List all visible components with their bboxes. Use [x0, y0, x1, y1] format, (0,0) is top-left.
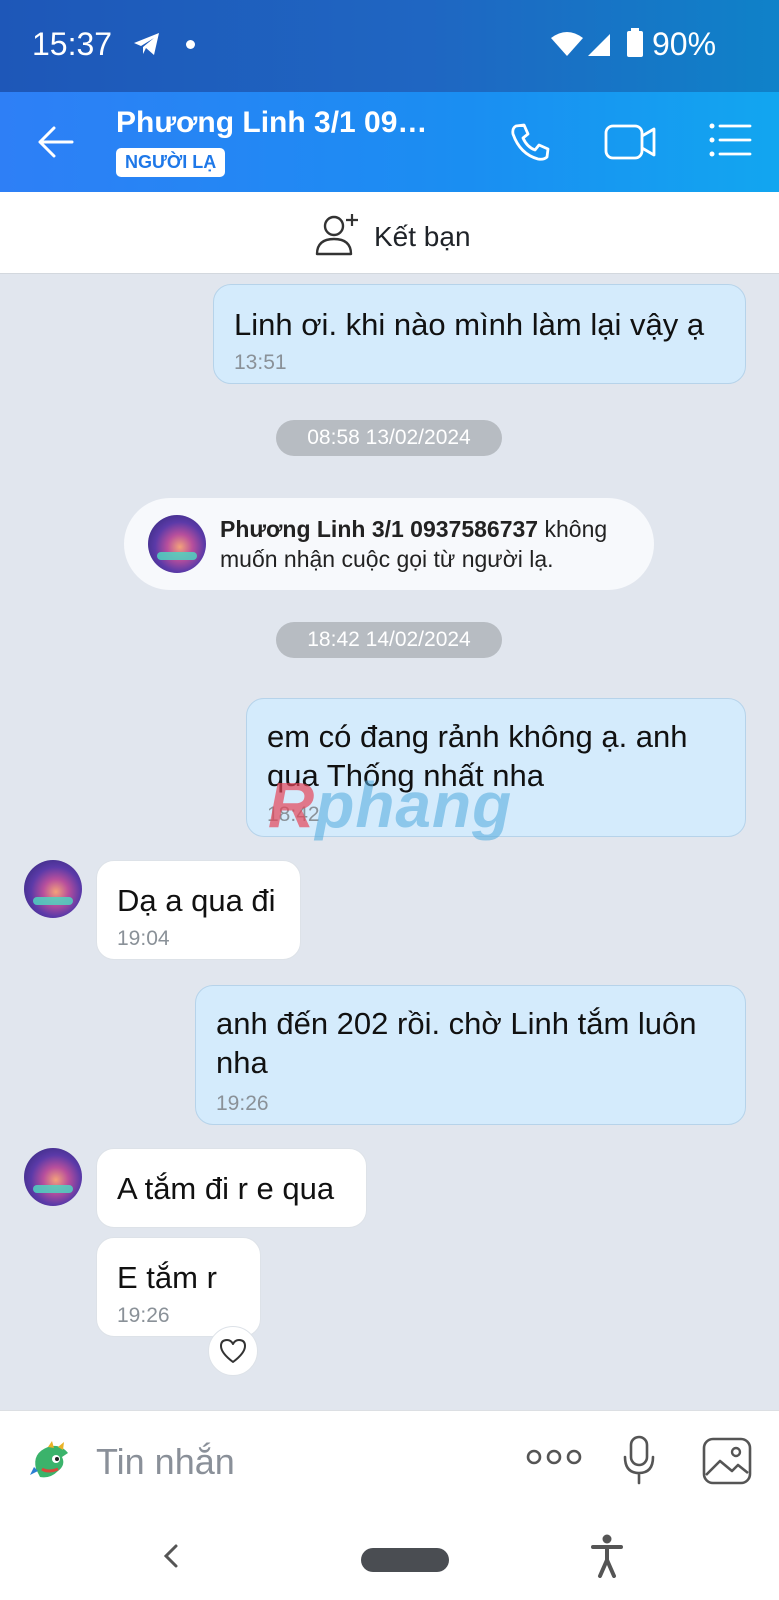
add-friend-icon	[314, 212, 362, 261]
message-bubble-incoming[interactable]: E tắm r 19:26	[96, 1237, 261, 1337]
system-navigation-bar	[0, 1516, 779, 1600]
list-icon[interactable]	[708, 122, 752, 163]
message-time: 19:04	[117, 927, 170, 950]
message-time: 19:26	[117, 1304, 170, 1327]
message-time: 19:26	[216, 1092, 269, 1115]
wifi-icon	[550, 30, 584, 63]
message-text: E tắm r	[117, 1260, 217, 1295]
battery-percent: 90%	[652, 26, 717, 62]
sticker-icon[interactable]	[28, 1439, 74, 1488]
accessibility-icon[interactable]	[590, 1534, 624, 1583]
more-options-icon[interactable]	[526, 1447, 582, 1472]
message-text: Dạ a qua đi	[117, 883, 276, 918]
contact-avatar[interactable]	[24, 860, 82, 918]
message-bubble-outgoing[interactable]: anh đến 202 rồi. chờ Linh tắm luôn nha 1…	[195, 985, 746, 1125]
chat-header: Phương Linh 3/1 09… NGƯỜI LẠ	[0, 92, 779, 192]
notice-contact-name: Phương Linh 3/1 0937586737	[220, 516, 539, 542]
add-friend-label: Kết bạn	[374, 220, 471, 252]
message-bubble-incoming[interactable]: A tắm đi r e qua	[96, 1148, 367, 1228]
message-text: Linh ơi. khi nào mình làm lại vậy ạ	[234, 307, 705, 342]
notice-text: Phương Linh 3/1 0937586737 không muốn nh…	[220, 514, 640, 574]
telegram-icon	[132, 30, 162, 63]
watermark-logo: Rphang	[268, 769, 513, 841]
message-input[interactable]: Tin nhắn	[96, 1441, 235, 1483]
phone-icon[interactable]	[508, 120, 552, 169]
microphone-icon[interactable]	[622, 1435, 656, 1492]
heart-reaction-icon[interactable]	[208, 1326, 258, 1376]
status-time: 15:37	[32, 26, 113, 62]
cell-signal-icon	[586, 30, 614, 63]
message-time: 13:51	[234, 351, 287, 374]
contact-avatar[interactable]	[24, 1148, 82, 1206]
stranger-badge: NGƯỜI LẠ	[116, 148, 226, 177]
message-input-bar: Tin nhắn	[0, 1410, 779, 1516]
contact-name[interactable]: Phương Linh 3/1 09…	[116, 106, 427, 140]
battery-icon	[626, 28, 644, 63]
nav-back-icon[interactable]	[160, 1538, 180, 1579]
image-gallery-icon[interactable]	[702, 1437, 752, 1490]
message-text: A tắm đi r e qua	[117, 1171, 335, 1206]
notification-dot-icon	[186, 40, 195, 49]
date-separator: 18:42 14/02/2024	[276, 622, 502, 658]
nav-home-pill[interactable]	[361, 1548, 449, 1572]
message-text: anh đến 202 rồi. chờ Linh tắm luôn nha	[216, 1006, 697, 1080]
message-bubble-outgoing[interactable]: Linh ơi. khi nào mình làm lại vậy ạ 13:5…	[213, 284, 746, 384]
status-bar: 15:37 90%	[0, 0, 779, 92]
back-arrow-icon[interactable]	[36, 122, 76, 167]
call-restriction-notice: Phương Linh 3/1 0937586737 không muốn nh…	[124, 498, 654, 590]
message-bubble-incoming[interactable]: Dạ a qua đi 19:04	[96, 860, 301, 960]
video-icon[interactable]	[604, 122, 656, 167]
date-separator: 08:58 13/02/2024	[276, 420, 502, 456]
contact-avatar[interactable]	[148, 515, 206, 573]
add-friend-bar[interactable]: Kết bạn	[0, 192, 779, 274]
